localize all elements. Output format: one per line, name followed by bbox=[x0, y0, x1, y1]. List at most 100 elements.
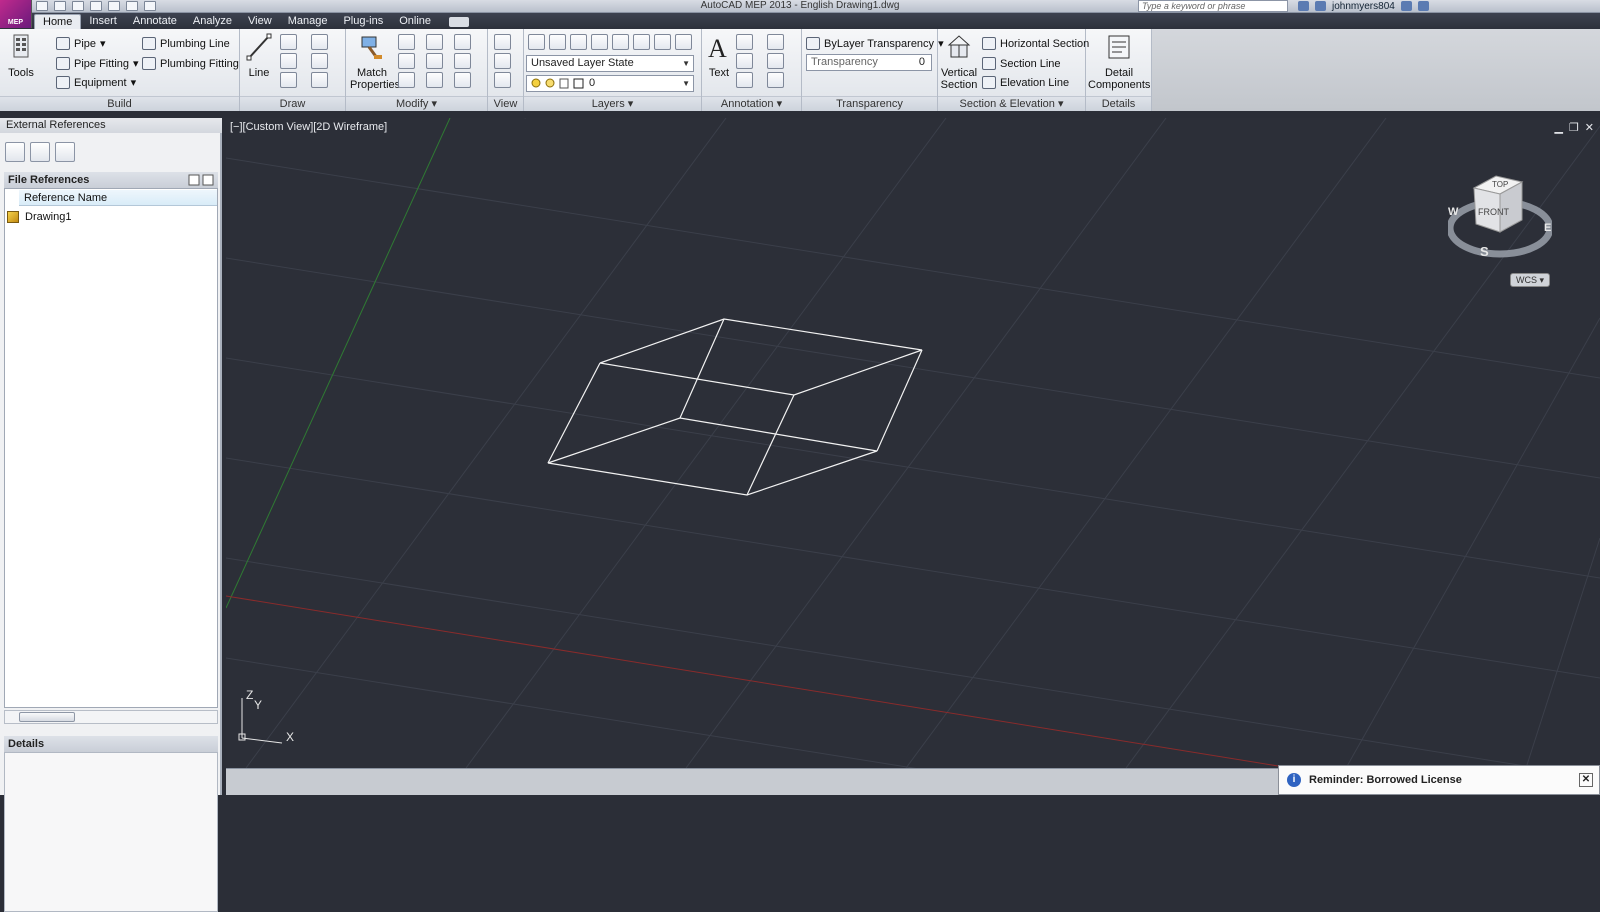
compass-south[interactable]: S bbox=[1480, 244, 1489, 259]
layer-freeze-icon[interactable] bbox=[591, 34, 608, 50]
transparency-value[interactable]: 0 bbox=[919, 55, 925, 70]
refresh-icon[interactable] bbox=[30, 142, 50, 162]
layer-off-icon[interactable] bbox=[549, 34, 566, 50]
panel-title-details[interactable]: Details bbox=[1086, 96, 1151, 111]
restore-icon[interactable]: ❐ bbox=[1569, 121, 1579, 134]
search-input[interactable]: Type a keyword or phrase bbox=[1138, 0, 1288, 12]
layer-previous-icon[interactable] bbox=[654, 34, 671, 50]
break-line-icon[interactable] bbox=[767, 53, 784, 69]
dimension-icon[interactable] bbox=[736, 34, 753, 50]
mirror-icon[interactable] bbox=[426, 72, 443, 88]
tab-analyze[interactable]: Analyze bbox=[185, 14, 240, 29]
wcs-menu[interactable]: WCS ▾ bbox=[1510, 273, 1550, 287]
viewcube-top-label[interactable]: TOP bbox=[1492, 180, 1508, 189]
close-icon[interactable]: ✕ bbox=[1585, 121, 1594, 134]
viewcube-front-label[interactable]: FRONT bbox=[1478, 207, 1509, 217]
layer-match-icon[interactable] bbox=[633, 34, 650, 50]
elevation-line-button[interactable]: Elevation Line bbox=[982, 74, 1069, 91]
panel-title-layers[interactable]: Layers ▾ bbox=[524, 96, 701, 111]
tab-view[interactable]: View bbox=[240, 14, 280, 29]
hatch-icon[interactable] bbox=[311, 72, 328, 88]
layer-isolate-icon[interactable] bbox=[570, 34, 587, 50]
pipe-button[interactable]: Pipe ▾ bbox=[56, 35, 106, 52]
copy-icon[interactable] bbox=[426, 53, 443, 69]
panel-title-draw[interactable]: Draw bbox=[240, 96, 345, 111]
tag-icon[interactable] bbox=[736, 72, 753, 88]
plumbing-line-button[interactable]: Plumbing Line bbox=[142, 35, 230, 52]
pipe-fitting-button[interactable]: Pipe Fitting ▾ bbox=[56, 55, 139, 72]
help-icon[interactable] bbox=[1417, 1, 1429, 11]
line-button[interactable]: Line bbox=[244, 33, 274, 79]
list-view-icon[interactable] bbox=[188, 174, 200, 186]
tab-plug-ins[interactable]: Plug-ins bbox=[335, 14, 391, 29]
layer-state-select[interactable]: Unsaved Layer State ▼ bbox=[526, 55, 694, 72]
details-header[interactable]: Details bbox=[4, 736, 218, 752]
tab-online[interactable]: Online bbox=[391, 14, 439, 29]
ellipse-icon[interactable] bbox=[311, 53, 328, 69]
close-icon[interactable]: ✕ bbox=[1579, 773, 1593, 787]
point-icon[interactable] bbox=[311, 34, 328, 50]
tab-home[interactable]: Home bbox=[34, 14, 82, 29]
panel-title-modify[interactable]: Modify ▾ bbox=[346, 96, 487, 111]
notification-text[interactable]: Reminder: Borrowed License bbox=[1309, 774, 1462, 786]
ribbon-minimize-icon[interactable] bbox=[449, 17, 470, 27]
panel-title-build[interactable]: Build bbox=[0, 96, 239, 111]
tree-view-icon[interactable] bbox=[202, 174, 214, 186]
plumbing-fitting-button[interactable]: Plumbing Fitting bbox=[142, 55, 239, 72]
fillet-icon[interactable] bbox=[454, 34, 471, 50]
transparency-slider[interactable]: Transparency 0 bbox=[806, 54, 932, 71]
view-cube-icon[interactable] bbox=[494, 34, 511, 50]
array-icon[interactable] bbox=[398, 72, 415, 88]
attach-dwg-icon[interactable] bbox=[5, 142, 25, 162]
scrollbar-thumb[interactable] bbox=[19, 712, 75, 722]
circle-icon[interactable] bbox=[280, 53, 297, 69]
column-header-reference-name[interactable]: Reference Name bbox=[19, 190, 217, 206]
move-icon[interactable] bbox=[398, 34, 415, 50]
layer-walk-icon[interactable] bbox=[675, 34, 692, 50]
tab-annotate[interactable]: Annotate bbox=[125, 14, 185, 29]
rotate-icon[interactable] bbox=[426, 34, 443, 50]
erase-icon[interactable] bbox=[398, 53, 415, 69]
polyline-icon[interactable] bbox=[280, 34, 297, 50]
panel-title-section-elevation[interactable]: Section & Elevation ▾ bbox=[938, 96, 1085, 111]
compass-west[interactable]: W bbox=[1448, 206, 1458, 218]
compass-east[interactable]: E bbox=[1544, 222, 1551, 234]
tab-insert[interactable]: Insert bbox=[81, 14, 125, 29]
viewcube[interactable]: TOP FRONT W E S bbox=[1448, 174, 1552, 284]
list-item[interactable]: Drawing1 bbox=[7, 211, 71, 223]
leader-icon[interactable] bbox=[736, 53, 753, 69]
panel-title-view[interactable]: View bbox=[488, 96, 523, 111]
palette-title[interactable]: External References bbox=[0, 118, 222, 133]
exchange-icon[interactable] bbox=[1400, 1, 1412, 11]
binoculars-icon[interactable] bbox=[1298, 1, 1309, 11]
help-icon[interactable] bbox=[55, 142, 75, 162]
equipment-button[interactable]: Equipment ▾ bbox=[56, 74, 136, 91]
application-menu-button[interactable]: MEP bbox=[0, 0, 32, 28]
panel-title-transparency[interactable]: Transparency bbox=[802, 96, 937, 111]
horizontal-section-button[interactable]: Horizontal Section bbox=[982, 35, 1089, 52]
explode-icon[interactable] bbox=[454, 72, 471, 88]
orbit-icon[interactable] bbox=[494, 53, 511, 69]
minimize-icon[interactable]: ▁ bbox=[1554, 121, 1562, 134]
section-line-button[interactable]: Section Line bbox=[982, 55, 1061, 72]
tools-button[interactable]: Tools bbox=[6, 33, 36, 79]
match-properties-button[interactable]: Match Properties bbox=[350, 33, 400, 91]
rectangle-icon[interactable] bbox=[280, 72, 297, 88]
username[interactable]: johnmyers804 bbox=[1332, 1, 1395, 12]
zoom-icon[interactable] bbox=[494, 72, 511, 88]
detail-components-button[interactable]: Detail Components bbox=[1088, 33, 1150, 91]
horizontal-scrollbar[interactable] bbox=[4, 710, 218, 724]
layer-properties-icon[interactable] bbox=[528, 34, 545, 50]
tab-manage[interactable]: Manage bbox=[280, 14, 336, 29]
bylayer-transparency-select[interactable]: ByLayer Transparency ▾ bbox=[806, 35, 944, 52]
table-icon[interactable] bbox=[767, 72, 784, 88]
panel-title-annotation[interactable]: Annotation ▾ bbox=[702, 96, 801, 111]
viewport-label[interactable]: [−][Custom View][2D Wireframe] bbox=[230, 121, 387, 133]
drawing-viewport[interactable]: [−][Custom View][2D Wireframe] ▁ ❐ ✕ Z Y… bbox=[226, 118, 1600, 768]
revision-cloud-icon[interactable] bbox=[767, 34, 784, 50]
layer-lock-icon[interactable] bbox=[612, 34, 629, 50]
offset-icon[interactable] bbox=[454, 53, 471, 69]
text-button[interactable]: A Text bbox=[706, 33, 732, 79]
vertical-section-button[interactable]: Vertical Section bbox=[940, 33, 978, 91]
notification-balloon[interactable]: i Reminder: Borrowed License ✕ bbox=[1278, 765, 1600, 795]
